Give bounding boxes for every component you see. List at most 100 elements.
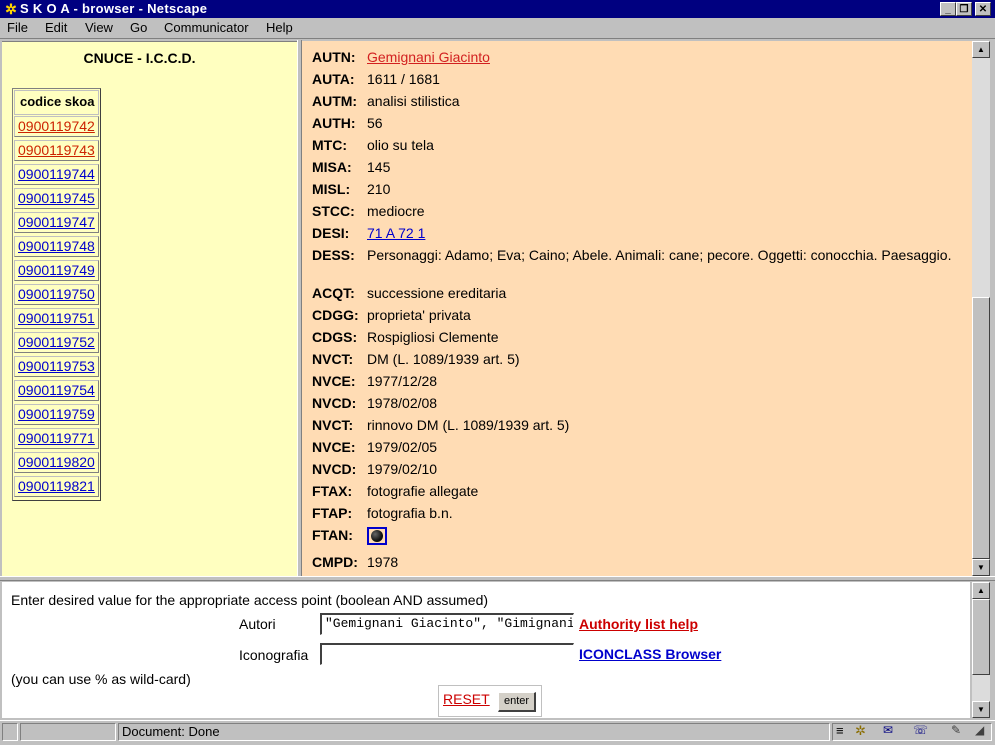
code-cell: 0900119771: [14, 428, 100, 449]
form-instructions: Enter desired value for the appropriate …: [11, 592, 489, 608]
code-link[interactable]: 0900119747: [18, 214, 95, 230]
record-value-link[interactable]: 71 A 72 1: [367, 225, 425, 241]
record-field-value: 1979/02/10: [367, 461, 438, 477]
record-field-label: DESS:: [312, 247, 355, 263]
frame-divider-horizontal[interactable]: [0, 576, 995, 581]
autori-input[interactable]: "Gemignani Giacinto", "Gimignani Giacint…: [320, 613, 574, 635]
record-value-link[interactable]: Gemignani Giacinto: [367, 49, 490, 65]
code-link[interactable]: 0900119745: [18, 190, 95, 206]
component-bar-grip-icon: ≡: [836, 723, 844, 738]
record-field-value: proprieta' privata: [367, 307, 471, 323]
record-field-label: AUTM:: [312, 93, 358, 109]
scroll-up-icon[interactable]: ▲: [972, 41, 990, 58]
iconografia-input[interactable]: [320, 643, 574, 665]
iconografia-label: Iconografia: [239, 647, 309, 663]
code-cell: 0900119743: [14, 140, 100, 161]
iconclass-browser-link[interactable]: ICONCLASS Browser: [579, 646, 721, 662]
form-scroll-up-icon[interactable]: ▲: [972, 582, 990, 599]
record-field-label: MTC:: [312, 137, 347, 153]
code-cell: 0900119748: [14, 236, 100, 257]
reset-button[interactable]: RESET: [443, 691, 490, 707]
menu-help[interactable]: Help: [266, 20, 293, 35]
scroll-down-icon[interactable]: ▼: [972, 559, 990, 576]
record-field-value: analisi stilistica: [367, 93, 460, 109]
navigator-icon[interactable]: ✲: [855, 723, 866, 739]
record-field-label: CMPD:: [312, 554, 358, 570]
record-field-label: AUTN:: [312, 49, 356, 65]
composer-icon[interactable]: ✎: [951, 723, 961, 737]
status-bar: Document: Done ≡ ✲ ✉ ☏ ✎ ◢: [0, 720, 995, 745]
record-field-label: NVCE:: [312, 373, 356, 389]
record-field-label: CDGG:: [312, 307, 359, 323]
record-field-label: FTAX:: [312, 483, 353, 499]
code-link[interactable]: 0900119743: [18, 142, 95, 158]
record-scrollbar[interactable]: ▲ ▼: [972, 41, 990, 576]
progress-bar: [20, 723, 116, 741]
menu-go[interactable]: Go: [130, 20, 147, 35]
code-link[interactable]: 0900119750: [18, 286, 95, 302]
code-link[interactable]: 0900119742: [18, 118, 95, 134]
record-field-value: DM (L. 1089/1939 art. 5): [367, 351, 520, 367]
code-link[interactable]: 0900119749: [18, 262, 95, 278]
component-bar: ≡ ✲ ✉ ☏ ✎ ◢: [832, 723, 992, 741]
discussions-icon[interactable]: ☏: [913, 723, 928, 737]
resize-grip-icon[interactable]: ◢: [975, 723, 984, 737]
code-cell: 0900119742: [14, 116, 100, 137]
record-field-label: DESI:: [312, 225, 350, 241]
code-link[interactable]: 0900119821: [18, 478, 95, 494]
code-link[interactable]: 0900119754: [18, 382, 95, 398]
record-field-value: 1978/02/08: [367, 395, 438, 411]
code-link[interactable]: 0900119752: [18, 334, 95, 350]
record-field-value: 56: [367, 115, 383, 131]
form-scroll-thumb[interactable]: [972, 599, 990, 675]
code-link[interactable]: 0900119820: [18, 454, 95, 470]
record-field-value: 1979/02/05: [367, 439, 438, 455]
code-link[interactable]: 0900119759: [18, 406, 95, 422]
record-field-label: AUTH:: [312, 115, 356, 131]
record-field-value: olio su tela: [367, 137, 434, 153]
photo-dot-icon: [371, 530, 383, 542]
record-field-label: AUTA:: [312, 71, 355, 87]
menu-bar: File Edit View Go Communicator Help: [0, 18, 995, 39]
code-cell: 0900119821: [14, 476, 100, 497]
code-cell: 0900119745: [14, 188, 100, 209]
minimize-button[interactable]: _: [940, 2, 956, 16]
codes-table-header: codice skoa: [14, 90, 100, 115]
record-field-value: fotografia b.n.: [367, 505, 453, 521]
record-field-value: [367, 527, 957, 548]
code-cell: 0900119759: [14, 404, 100, 425]
record-field-label: MISL:: [312, 181, 351, 197]
record-field-value: 1977/12/28: [367, 373, 438, 389]
code-link[interactable]: 0900119771: [18, 430, 95, 446]
record-scroll-thumb[interactable]: [972, 297, 990, 559]
code-link[interactable]: 0900119748: [18, 238, 95, 254]
code-link[interactable]: 0900119751: [18, 310, 95, 326]
record-field-label: NVCE:: [312, 439, 356, 455]
record-field-value: 210: [367, 181, 391, 197]
record-field-label: ACQT:: [312, 285, 355, 301]
record-field-value: 1978: [367, 554, 399, 570]
record-field-value: Rospigliosi Clemente: [367, 329, 499, 345]
close-button[interactable]: ✕: [975, 2, 991, 16]
menu-communicator[interactable]: Communicator: [164, 20, 249, 35]
left-frame-heading: CNUCE - I.C.C.D.: [83, 50, 196, 66]
form-scrollbar[interactable]: ▲ ▼: [972, 582, 990, 718]
codes-list: 0900119742 0900119743 0900119744 0900119745…: [13, 116, 100, 497]
code-link[interactable]: 0900119744: [18, 166, 95, 182]
form-scroll-down-icon[interactable]: ▼: [972, 701, 990, 718]
restore-button[interactable]: ❐: [956, 2, 972, 16]
record-field-label: CDGS:: [312, 329, 358, 345]
status-text: Document: Done: [118, 723, 830, 741]
mail-icon[interactable]: ✉: [883, 723, 893, 737]
record-field-value: Personaggi: Adamo; Eva; Caino; Abele. An…: [367, 247, 952, 263]
window-title: S K O A - browser - Netscape: [20, 1, 208, 16]
menu-edit[interactable]: Edit: [45, 20, 67, 35]
authority-list-help-link[interactable]: Authority list help: [579, 616, 698, 632]
security-lock-icon[interactable]: [2, 723, 18, 741]
menu-view[interactable]: View: [85, 20, 113, 35]
photo-thumbnail-icon[interactable]: [367, 527, 387, 545]
enter-button[interactable]: enter: [498, 692, 536, 712]
code-cell: 0900119749: [14, 260, 100, 281]
menu-file[interactable]: File: [7, 20, 28, 35]
code-link[interactable]: 0900119753: [18, 358, 95, 374]
